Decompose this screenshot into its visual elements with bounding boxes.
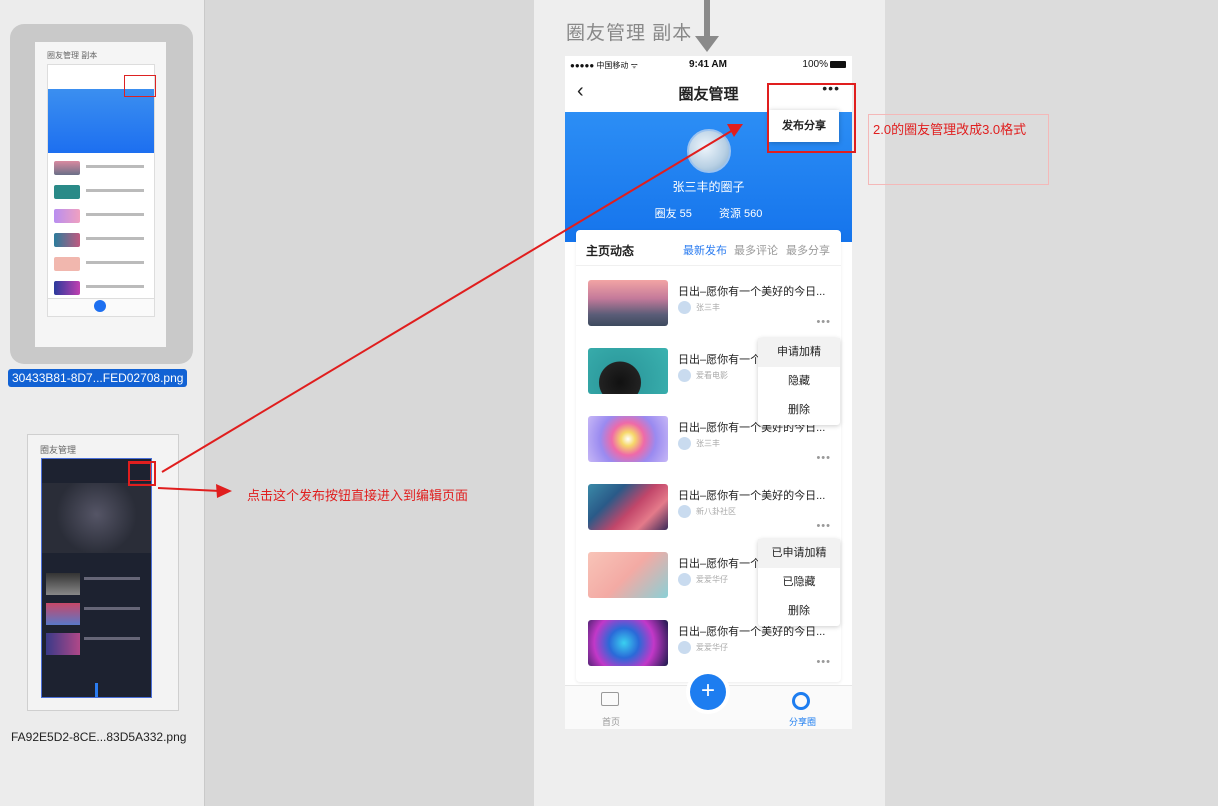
item-more-icon[interactable]: ••• [816, 452, 831, 464]
thumbnail-2-filename[interactable]: FA92E5D2-8CE...83D5A332.png [11, 730, 186, 744]
tab-latest[interactable]: 最新发布 [683, 242, 727, 258]
home-icon[interactable] [599, 692, 621, 712]
avatar[interactable] [687, 129, 731, 173]
down-arrow-icon [704, 0, 710, 38]
item-action-menu-done: 已申请加精 已隐藏 删除 [758, 539, 840, 626]
tab-most-comments[interactable]: 最多评论 [734, 242, 778, 258]
circle-name: 张三丰的圈子 [672, 180, 745, 194]
frame-title: 圈友管理 副本 [566, 23, 693, 44]
feed-thumbnail [588, 416, 668, 462]
thumbnail-1-tabbar [48, 298, 154, 316]
feed-author: 爱爱华仔 [696, 575, 728, 584]
battery-icon [830, 60, 846, 68]
tab-share-label[interactable]: 分享圈 [789, 715, 816, 728]
thumbnail-1-line [86, 165, 144, 168]
home-icon-shape [601, 692, 619, 706]
thumbnail-2-scrollbar [95, 683, 98, 697]
thumbnail-1-row-2 [54, 185, 80, 199]
circle-stats: 圈友 55 资源 560 [565, 205, 852, 221]
menu-hidden[interactable]: 已隐藏 [758, 568, 840, 597]
feed-author: 新八卦社区 [696, 507, 736, 516]
menu-delete[interactable]: 删除 [758, 396, 840, 425]
thumbnail-1-line [86, 261, 144, 264]
tab-most-shares[interactable]: 最多分享 [786, 242, 830, 258]
thumbnail-1-row-3 [54, 209, 80, 223]
thumbnail-1-preview[interactable]: 圈友管理 副本 [35, 42, 166, 347]
thumbnail-sidebar: 圈友管理 副本 30433B81-8D7...FED02708.png 圈友管理 [0, 0, 205, 806]
thumbnail-2-title: 圈友管理 [40, 445, 77, 455]
thumbnail-1-title: 圈友管理 副本 [47, 51, 98, 60]
thumbnail-2-row-3 [46, 633, 80, 655]
item-more-icon[interactable]: ••• [816, 520, 831, 532]
author-avatar-icon [678, 641, 691, 654]
thumbnail-1-plus [94, 300, 106, 312]
thumbnail-2-line [84, 637, 140, 640]
menu-delete[interactable]: 删除 [758, 597, 840, 626]
status-time: 9:41 AM [689, 59, 727, 70]
feed-author: 爱看电影 [696, 371, 728, 380]
feed-thumbnail [588, 620, 668, 666]
author-avatar-icon [678, 505, 691, 518]
feed-thumbnail [588, 552, 668, 598]
feed-thumbnail [588, 484, 668, 530]
menu-apply-featured[interactable]: 申请加精 [758, 338, 840, 367]
menu-applied-featured[interactable]: 已申请加精 [758, 539, 840, 568]
author-avatar-icon [678, 301, 691, 314]
thumbnail-1-row-6 [54, 281, 80, 295]
thumbnail-1-row-5 [54, 257, 80, 271]
member-count[interactable]: 圈友 55 [655, 208, 692, 220]
thumbnail-2-line [84, 577, 140, 580]
thumbnail-1-row-4 [54, 233, 80, 247]
author-avatar-icon [678, 573, 691, 586]
item-action-menu: 申请加精 隐藏 删除 [758, 338, 840, 425]
thumbnail-2-header [42, 483, 151, 553]
feed-thumbnail [588, 280, 668, 326]
battery-indicator: 100% [802, 59, 846, 70]
thumbnail-1-line [86, 237, 144, 240]
status-bar: ●●●●● 中国移动 ᯤ 9:41 AM 100% [565, 56, 852, 74]
feed-tabs: 主页动态 最新发布 最多评论 最多分享 [576, 230, 841, 266]
feed-item[interactable]: 日出–愿你有一个美好的今日... 新八卦社区 ••• [576, 470, 841, 538]
thumbnail-1-filename[interactable]: 30433B81-8D7...FED02708.png [8, 369, 188, 387]
thumbnail-2-row-2 [46, 603, 80, 625]
feed-heading: 主页动态 [586, 244, 635, 258]
feed-title: 日出–愿你有一个美好的今日... [678, 490, 826, 502]
thumbnail-1-line [86, 189, 144, 192]
thumbnail-1-highlight [124, 75, 156, 97]
annotation-right: 2.0的圈友管理改成3.0格式 [873, 122, 1027, 137]
annotation-left: 点击这个发布按钮直接进入到编辑页面 [247, 488, 469, 503]
feed-item[interactable]: 日出–愿你有一个美好的今日... 张三丰 ••• [576, 266, 841, 334]
thumbnail-1-header [48, 89, 154, 153]
feed-author: 张三丰 [696, 303, 720, 312]
thumbnail-1-phone [47, 64, 156, 317]
feed-thumbnail [588, 348, 668, 394]
feed-author: 张三丰 [696, 439, 720, 448]
author-avatar-icon [678, 437, 691, 450]
highlight-box-thumb [128, 461, 156, 486]
resource-count[interactable]: 资源 560 [719, 208, 762, 220]
tab-home-label[interactable]: 首页 [602, 715, 620, 728]
author-avatar-icon [678, 369, 691, 382]
thumbnail-1-line [86, 213, 144, 216]
thumbnail-2-row-1 [46, 573, 80, 595]
item-more-icon[interactable]: ••• [816, 316, 831, 328]
bottom-tabbar: 首页 + 分享圈 [565, 674, 852, 729]
thumbnail-1-row-1 [54, 161, 80, 175]
feed-title: 日出–愿你有一个美好的今日... [678, 286, 826, 298]
arrowhead-icon [216, 484, 232, 498]
thumbnail-2-preview[interactable]: 圈友管理 [27, 434, 179, 711]
thumbnail-2-phone [41, 458, 152, 698]
highlight-box [767, 83, 856, 153]
battery-text: 100% [802, 59, 828, 70]
share-circle-icon[interactable] [792, 692, 810, 710]
menu-hide[interactable]: 隐藏 [758, 367, 840, 396]
thumbnail-2-line [84, 607, 140, 610]
item-more-icon[interactable]: ••• [816, 656, 831, 668]
carrier-text: ●●●●● 中国移动 ᯤ [570, 61, 638, 70]
add-button[interactable]: + [690, 674, 726, 710]
feed-author: 爱爱华仔 [696, 643, 728, 652]
thumbnail-1-line [86, 285, 144, 288]
down-arrow-head-icon [695, 36, 719, 52]
